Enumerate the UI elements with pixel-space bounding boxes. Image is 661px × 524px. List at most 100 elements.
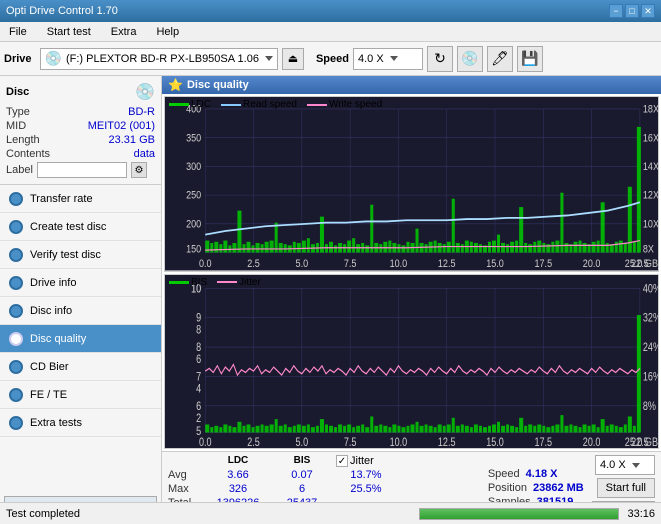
svg-text:6: 6 [196, 352, 201, 366]
type-value: BD-R [128, 106, 155, 118]
speed-key: Speed [488, 468, 520, 480]
nav-verify-test-disc[interactable]: Verify test disc [0, 241, 161, 269]
contents-label: Contents [6, 148, 50, 160]
speed-select-row: 4.0 X [595, 455, 655, 475]
legend-ldc: LDC [169, 99, 211, 110]
contents-value: data [134, 148, 155, 160]
svg-text:7.5: 7.5 [344, 435, 357, 448]
svg-text:8: 8 [196, 323, 201, 337]
svg-text:12.5: 12.5 [438, 258, 456, 270]
nav-extra-tests[interactable]: Extra tests [0, 409, 161, 437]
avg-bis: 0.07 [272, 469, 332, 481]
menu-help[interactable]: Help [151, 24, 184, 40]
nav-label-disc-info: Disc info [30, 305, 72, 317]
nav-cd-bier[interactable]: CD Bier [0, 353, 161, 381]
burn-button[interactable]: 🖊 [487, 46, 513, 72]
start-full-button[interactable]: Start full [597, 478, 655, 498]
svg-text:5.0: 5.0 [296, 435, 309, 448]
nav-icon-circle [9, 192, 23, 206]
disc-icon: 💿 [135, 82, 155, 102]
menu-file[interactable]: File [4, 24, 32, 40]
legend-read: Read speed [221, 99, 297, 110]
chart-icon: ⭐ [168, 78, 183, 92]
menu-extra[interactable]: Extra [106, 24, 142, 40]
nav-create-test-disc[interactable]: Create test disc [0, 213, 161, 241]
nav-label-disc-quality: Disc quality [30, 333, 86, 345]
svg-text:8%: 8% [643, 399, 657, 413]
svg-text:0.0: 0.0 [199, 258, 212, 270]
status-bar: Test completed 33:16 [0, 502, 661, 524]
sidebar: Disc 💿 Type BD-R MID MEIT02 (001) Length… [0, 76, 162, 524]
nav-icon-circle-8 [9, 388, 23, 402]
jitter-checkbox[interactable]: ✓ [336, 455, 348, 467]
svg-text:10.0: 10.0 [390, 435, 408, 448]
legend-jitter-color [217, 281, 237, 283]
svg-text:12.5: 12.5 [438, 435, 456, 448]
label-label: Label [6, 164, 33, 176]
svg-text:16%: 16% [643, 370, 658, 384]
position-val: 23862 MB [533, 482, 584, 494]
nav-items: Transfer rate Create test disc Verify te… [0, 185, 161, 492]
drive-label: Drive [4, 53, 32, 65]
svg-text:200: 200 [186, 219, 202, 231]
disc-button[interactable]: 💿 [457, 46, 483, 72]
legend-read-text: Read speed [243, 99, 297, 110]
svg-text:20.0: 20.0 [583, 435, 601, 448]
bottom-legend: BIS Jitter [169, 277, 261, 288]
nav-icon-circle-5 [9, 304, 23, 318]
position-info: Position 23862 MB [488, 482, 584, 494]
svg-text:300: 300 [186, 161, 202, 173]
nav-fe-te[interactable]: FE / TE [0, 381, 161, 409]
drive-selector[interactable]: 💿 (F:) PLEXTOR BD-R PX-LB950SA 1.06 [40, 48, 278, 70]
svg-text:17.5: 17.5 [534, 258, 552, 270]
nav-label-verify-test: Verify test disc [30, 249, 101, 261]
avg-label: Avg [168, 469, 204, 481]
window-controls: − □ ✕ [609, 4, 655, 18]
nav-transfer-rate[interactable]: Transfer rate [0, 185, 161, 213]
speed-val: 4.18 X [526, 468, 558, 480]
svg-text:2: 2 [196, 411, 201, 425]
test-speed-arrow [632, 463, 640, 468]
nav-icon-circle-7 [9, 360, 23, 374]
svg-text:15.0: 15.0 [486, 435, 504, 448]
avg-jitter: 13.7% [336, 469, 396, 481]
speed-info: Speed 4.18 X [488, 468, 584, 480]
speed-selector[interactable]: 4.0 X [353, 48, 423, 70]
mid-value: MEIT02 (001) [88, 120, 155, 132]
eject-button[interactable]: ⏏ [282, 48, 304, 70]
test-speed-selector[interactable]: 4.0 X [595, 455, 655, 475]
speed-dropdown-arrow [390, 56, 398, 61]
nav-disc-info[interactable]: Disc info [0, 297, 161, 325]
stats-header-row: LDC BIS ✓ Jitter [168, 455, 478, 467]
length-value: 23.31 GB [109, 134, 155, 146]
max-ldc: 326 [208, 483, 268, 495]
save-button[interactable]: 💾 [517, 46, 543, 72]
legend-bis: BIS [169, 277, 207, 288]
svg-text:350: 350 [186, 133, 202, 145]
minimize-button[interactable]: − [609, 4, 623, 18]
progress-bar [419, 508, 619, 520]
maximize-button[interactable]: □ [625, 4, 639, 18]
jitter-label: Jitter [350, 455, 374, 467]
legend-jitter-text: Jitter [239, 277, 261, 288]
nav-disc-quality[interactable]: Disc quality [0, 325, 161, 353]
nav-label-create-test: Create test disc [30, 221, 106, 233]
svg-text:25.0 GB: 25.0 GB [625, 258, 658, 270]
legend-bis-text: BIS [191, 277, 207, 288]
status-time: 33:16 [627, 508, 655, 520]
col-header-bis: BIS [272, 455, 332, 467]
max-jitter: 25.5% [336, 483, 396, 495]
menu-start-test[interactable]: Start test [42, 24, 96, 40]
legend-write-text: Write speed [329, 99, 382, 110]
label-edit-button[interactable]: ⚙ [131, 162, 147, 178]
label-input[interactable] [37, 162, 127, 178]
close-button[interactable]: ✕ [641, 4, 655, 18]
refresh-button[interactable]: ↻ [427, 46, 453, 72]
nav-drive-info[interactable]: Drive info [0, 269, 161, 297]
legend-bis-color [169, 281, 189, 284]
svg-text:7.5: 7.5 [344, 258, 357, 270]
max-bis: 6 [272, 483, 332, 495]
svg-text:24%: 24% [643, 340, 658, 354]
mid-label: MID [6, 120, 26, 132]
svg-text:10.0: 10.0 [390, 258, 408, 270]
